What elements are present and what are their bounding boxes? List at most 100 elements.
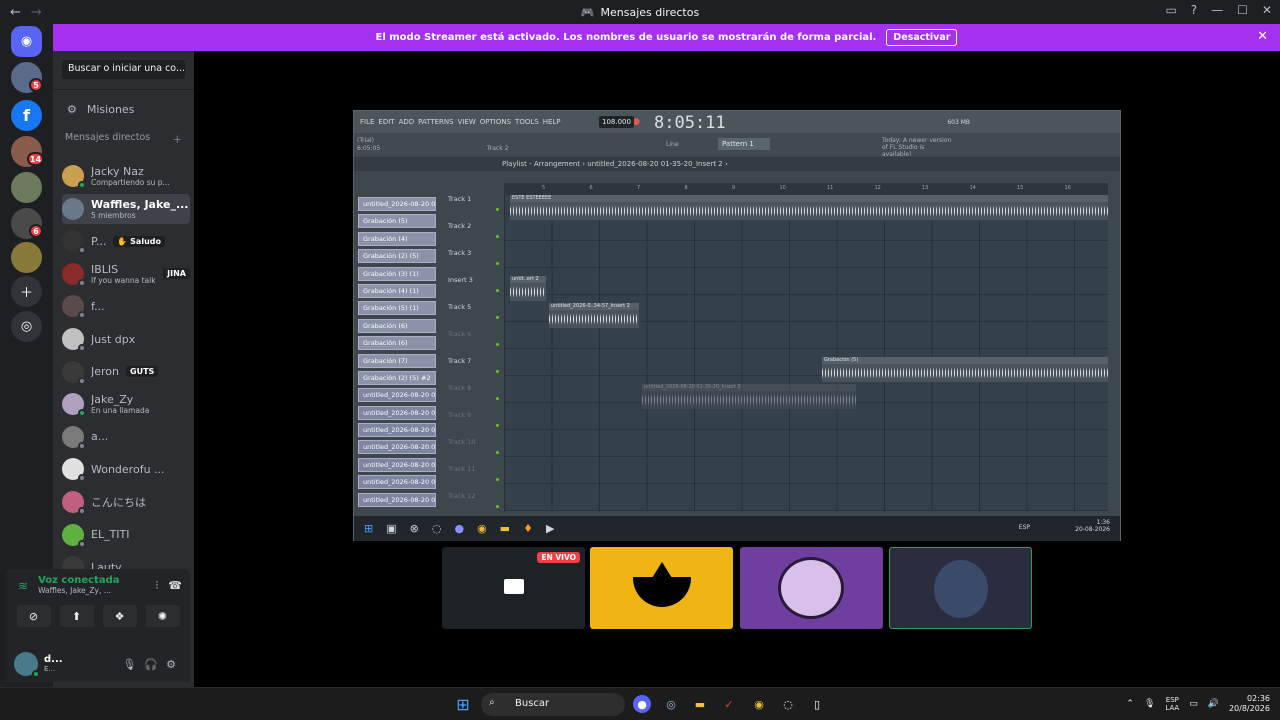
settings-gear-icon[interactable]: ⚙ bbox=[166, 658, 176, 671]
close-icon[interactable]: ✕ bbox=[1257, 29, 1268, 44]
headphones-icon[interactable]: 🎧 bbox=[144, 658, 158, 671]
discover-icon[interactable]: ◎ bbox=[11, 311, 42, 342]
fl-track-header[interactable]: Insert 3 bbox=[446, 276, 502, 303]
fl-playlist-grid[interactable]: ESTE ESTEEEEE untit..ert 2 untitled_2026… bbox=[504, 195, 1108, 511]
fl-channel-button[interactable]: untitled_2026-08-20 01-... bbox=[358, 492, 436, 507]
fl-channel-button[interactable]: Grabación (6) bbox=[358, 336, 436, 351]
fl-channel-button[interactable]: Grabación (2) (5) bbox=[358, 249, 436, 264]
deactivate-button[interactable]: Desactivar bbox=[886, 29, 958, 46]
dm-item[interactable]: P... ✋ Saludo bbox=[62, 226, 190, 256]
forward-arrow-icon[interactable]: → bbox=[31, 5, 42, 20]
microphone-icon[interactable]: 🎙 bbox=[122, 658, 136, 671]
app-icon[interactable]: ⊗ bbox=[410, 522, 419, 535]
fl-line-mode[interactable]: Line bbox=[666, 141, 679, 148]
taskbar-search[interactable]: ⌕ Buscar bbox=[481, 693, 625, 716]
dm-item[interactable]: EL_TITI bbox=[62, 520, 190, 550]
media-icon[interactable]: ▶ bbox=[546, 522, 554, 535]
fl-channel-button[interactable]: Grabación (3) (1) bbox=[358, 266, 436, 281]
dm-item[interactable]: Just dpx bbox=[62, 324, 190, 354]
steam-icon[interactable]: ◎ bbox=[662, 695, 680, 713]
disconnect-icon[interactable]: ☎ bbox=[168, 579, 182, 592]
fl-track-header[interactable]: Track 1 bbox=[446, 195, 502, 222]
activities-button[interactable]: ❖ bbox=[102, 605, 137, 627]
fl-channel-button[interactable]: Grabación (2) (5) #2 bbox=[358, 370, 436, 385]
dm-item[interactable]: a... bbox=[62, 422, 190, 452]
close-window-icon[interactable]: ✕ bbox=[1262, 3, 1272, 17]
fl-channel-button[interactable]: untitled_2026-08-20 01-... bbox=[358, 440, 436, 455]
folder-icon[interactable]: ▬ bbox=[500, 522, 510, 535]
fl-track-header[interactable]: Track 10 bbox=[446, 438, 502, 465]
server-icon[interactable] bbox=[11, 172, 42, 203]
network-icon[interactable]: ▭ bbox=[1189, 699, 1198, 709]
fl-channel-button[interactable]: Grabación (4) (1) bbox=[358, 283, 436, 298]
stream-thumbnail[interactable]: EN VIVO bbox=[442, 547, 585, 629]
quests-link[interactable]: ⚙ Misiones bbox=[53, 90, 194, 120]
keyboard-language[interactable]: ESP LAA bbox=[1165, 696, 1179, 713]
fl-track-header[interactable]: Track 5 bbox=[446, 303, 502, 330]
taskbar-clock[interactable]: 02:36 20/8/2026 bbox=[1229, 694, 1270, 715]
fl-studio-stream[interactable]: FILE EDIT ADD PATTERNS VIEW OPTIONS TOOL… bbox=[353, 110, 1121, 541]
fl-studio-icon[interactable]: ♦ bbox=[523, 522, 533, 535]
search-input[interactable]: Buscar o iniciar una co... bbox=[62, 60, 185, 79]
fl-channel-button[interactable]: untitled_2026-08-20 01-... bbox=[358, 405, 436, 420]
dm-item[interactable]: Jeron GUTS bbox=[62, 357, 190, 387]
fl-channel-button[interactable]: Grabación (6) bbox=[358, 318, 436, 333]
dm-item[interactable]: Waffles, Jake_... 5 miembros bbox=[62, 193, 190, 224]
add-server-icon[interactable]: ＋ bbox=[11, 276, 42, 307]
volume-icon[interactable]: 🔊 bbox=[1208, 699, 1219, 709]
fl-menu-options[interactable]: OPTIONS bbox=[478, 118, 513, 126]
dm-item[interactable]: こんにちは bbox=[62, 487, 190, 517]
app-icon[interactable]: ✓ bbox=[720, 695, 738, 713]
help-icon[interactable]: ? bbox=[1191, 3, 1197, 17]
fl-track-header[interactable]: Track 12 bbox=[446, 492, 502, 519]
fl-menu-file[interactable]: FILE bbox=[358, 118, 376, 126]
fl-channel-button[interactable]: Grabación (5) bbox=[358, 214, 436, 229]
minimize-icon[interactable]: — bbox=[1211, 3, 1223, 17]
audio-clip[interactable]: untitled_2026-08-20 01-35-20_Insert 2 bbox=[642, 384, 856, 409]
soundboard-button[interactable]: ✺ bbox=[145, 605, 180, 627]
fl-channel-button[interactable]: Grabación (5) (1) bbox=[358, 301, 436, 316]
microphone-icon[interactable]: 🎙 bbox=[1144, 699, 1155, 709]
chrome-icon[interactable]: ◉ bbox=[750, 695, 768, 713]
home-button[interactable]: ◉ bbox=[11, 26, 42, 57]
participant-tile[interactable] bbox=[889, 547, 1032, 629]
fl-pattern-select[interactable]: Pattern 1 bbox=[718, 138, 770, 150]
dm-item[interactable]: Wonderofu ... bbox=[62, 454, 190, 484]
fl-channel-button[interactable]: untitled_2026-08-20 00-... bbox=[358, 197, 436, 211]
voice-status[interactable]: Voz conectada bbox=[38, 575, 145, 586]
facebook-server-icon[interactable]: f bbox=[11, 100, 42, 131]
chevron-up-icon[interactable]: ⌃ bbox=[1126, 699, 1134, 709]
noise-suppression-icon[interactable]: ⫶ bbox=[156, 579, 159, 593]
participant-tile[interactable] bbox=[740, 547, 883, 629]
app-icon[interactable]: ▯ bbox=[808, 695, 826, 713]
fl-menu-view[interactable]: VIEW bbox=[456, 118, 478, 126]
audio-clip[interactable]: Grabación (5) bbox=[822, 357, 1108, 382]
fl-menu-tools[interactable]: TOOLS bbox=[513, 118, 541, 126]
back-arrow-icon[interactable]: ← bbox=[10, 5, 21, 20]
fl-channel-button[interactable]: untitled_2026-08-20 01-... bbox=[358, 423, 436, 438]
fl-menu-edit[interactable]: EDIT bbox=[376, 118, 396, 126]
taskview-icon[interactable]: ▣ bbox=[386, 522, 396, 535]
add-dm-icon[interactable]: ＋ bbox=[172, 132, 182, 146]
camera-off-button[interactable]: ⊘ bbox=[16, 605, 51, 627]
fl-channel-button[interactable]: Grabación (4) bbox=[358, 231, 436, 246]
folder-icon[interactable]: ▬ bbox=[691, 695, 709, 713]
fl-channel-button[interactable]: Grabación (7) bbox=[358, 353, 436, 368]
dm-item[interactable]: Jake_Zy En una llamada bbox=[62, 389, 190, 419]
fl-track-header[interactable]: Track 6 bbox=[446, 330, 502, 357]
discord-app-icon[interactable]: ● bbox=[454, 522, 464, 535]
discord-app-icon[interactable]: ● bbox=[633, 695, 651, 713]
fl-menu-patterns[interactable]: PATTERNS bbox=[416, 118, 455, 126]
fl-track-header[interactable]: Track 2 bbox=[446, 222, 502, 249]
windows-start-icon[interactable]: ⊞ bbox=[454, 695, 472, 714]
fl-tempo[interactable]: 108.000 bbox=[599, 116, 634, 128]
avatar[interactable] bbox=[14, 652, 40, 678]
participant-tile[interactable] bbox=[590, 547, 733, 629]
inbox-icon[interactable]: ▭ bbox=[1165, 3, 1176, 17]
audio-clip[interactable]: ESTE ESTEEEEE bbox=[510, 195, 1108, 220]
windows-start-icon[interactable]: ⊞ bbox=[364, 522, 373, 535]
fl-channel-button[interactable]: untitled_2026-08-20 01-... bbox=[358, 457, 436, 472]
screen-share-button[interactable]: ⬆ bbox=[59, 605, 94, 627]
app-icon[interactable]: ◌ bbox=[779, 695, 797, 713]
fl-menu-help[interactable]: HELP bbox=[541, 118, 563, 126]
